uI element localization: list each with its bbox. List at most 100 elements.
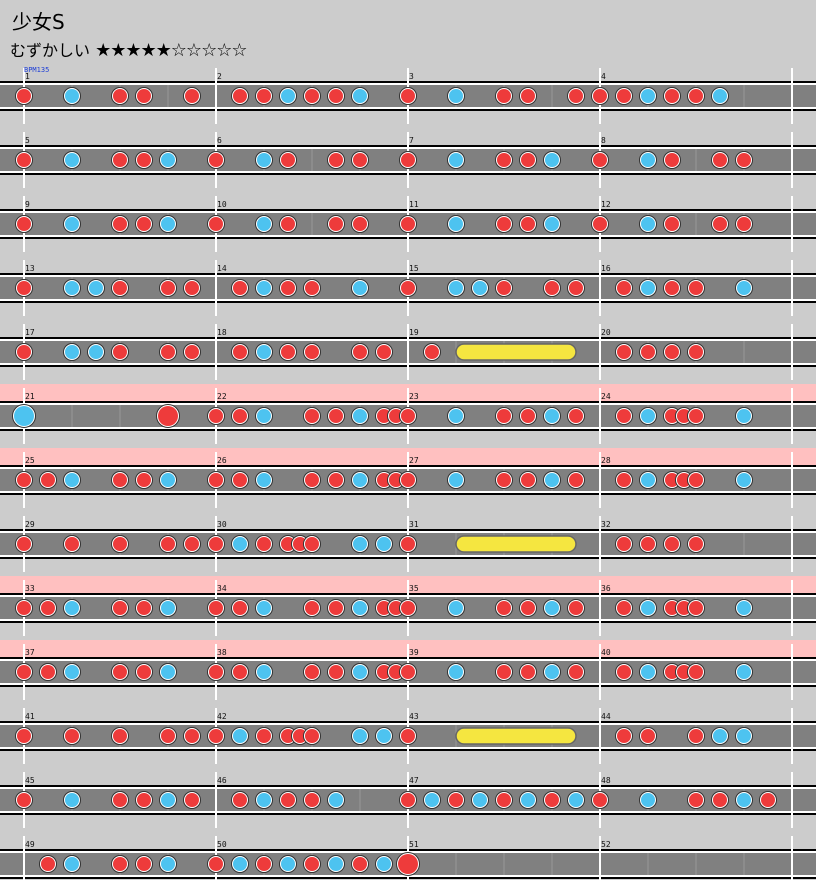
- don-note: [135, 599, 153, 617]
- note-face: [233, 793, 247, 807]
- don-note: [231, 663, 249, 681]
- don-note: [183, 791, 201, 809]
- note-face: [233, 665, 247, 679]
- don-note: [279, 791, 297, 809]
- measure-number: 33: [25, 584, 35, 593]
- don-note: [255, 535, 273, 553]
- don-note: [231, 343, 249, 361]
- ka-note: [639, 663, 657, 681]
- don-note: [663, 215, 681, 233]
- don-note: [135, 663, 153, 681]
- don-note: [15, 663, 33, 681]
- note-face: [737, 473, 751, 487]
- measure-number: 2: [217, 72, 222, 81]
- don-note: [615, 343, 633, 361]
- don-note: [327, 151, 345, 169]
- note-face: [137, 601, 151, 615]
- don-note: [567, 599, 585, 617]
- measure-number: 40: [601, 648, 611, 657]
- note-face: [113, 665, 127, 679]
- note-face: [569, 281, 583, 295]
- note-face: [161, 473, 175, 487]
- note-face: [65, 601, 79, 615]
- don-note: [39, 599, 57, 617]
- note-face: [233, 857, 247, 871]
- measure-number: 23: [409, 392, 419, 401]
- note-face: [113, 473, 127, 487]
- note-face: [737, 409, 751, 423]
- note-face: [617, 281, 631, 295]
- note-face: [401, 281, 415, 295]
- note-face: [353, 857, 367, 871]
- measure-number: 43: [409, 712, 419, 721]
- ka-note: [255, 279, 273, 297]
- note-face: [737, 281, 751, 295]
- ka-note: [639, 599, 657, 617]
- measure-number: 26: [217, 456, 227, 465]
- measure-number: 29: [25, 520, 35, 529]
- note-face: [257, 345, 271, 359]
- measure-number: 27: [409, 456, 419, 465]
- note-face: [641, 537, 655, 551]
- don-note: [279, 151, 297, 169]
- note-face: [353, 217, 367, 231]
- don-note: [231, 87, 249, 105]
- note-face: [521, 665, 535, 679]
- note-face: [257, 857, 271, 871]
- ka-note: [327, 855, 345, 873]
- don-note: [135, 791, 153, 809]
- note-face: [281, 89, 295, 103]
- note-face: [17, 601, 31, 615]
- don-note: [351, 343, 369, 361]
- don-note: [687, 535, 705, 553]
- don-note: [15, 87, 33, 105]
- don-note: [351, 215, 369, 233]
- ka-note: [351, 279, 369, 297]
- don-note: [495, 215, 513, 233]
- don-note: [615, 599, 633, 617]
- big-don-note: [156, 404, 180, 428]
- don-note: [615, 407, 633, 425]
- measure-number: 3: [409, 72, 414, 81]
- note-face: [713, 89, 727, 103]
- don-note: [591, 215, 609, 233]
- note-face: [689, 537, 703, 551]
- ka-note: [255, 407, 273, 425]
- note-face: [209, 665, 223, 679]
- don-note: [111, 343, 129, 361]
- don-note: [207, 151, 225, 169]
- note-face: [305, 89, 319, 103]
- don-note: [207, 407, 225, 425]
- note-face: [521, 473, 535, 487]
- note-face: [545, 281, 559, 295]
- ka-note: [159, 855, 177, 873]
- note-face: [617, 473, 631, 487]
- don-note: [303, 599, 321, 617]
- ka-note: [63, 663, 81, 681]
- ka-note: [63, 855, 81, 873]
- don-note: [255, 855, 273, 873]
- note-face: [305, 601, 319, 615]
- note-face: [65, 345, 79, 359]
- don-note: [615, 663, 633, 681]
- measure-number: 24: [601, 392, 611, 401]
- chart-row: 9 10 11 12: [0, 196, 816, 252]
- note-face: [65, 537, 79, 551]
- ka-note: [639, 151, 657, 169]
- note-face: [65, 729, 79, 743]
- measure-number: 14: [217, 264, 227, 273]
- bpm-label: BPM135: [24, 66, 49, 74]
- don-note: [111, 471, 129, 489]
- note-face: [113, 281, 127, 295]
- ka-note: [63, 599, 81, 617]
- note-face: [353, 665, 367, 679]
- don-note: [687, 87, 705, 105]
- ka-note: [63, 279, 81, 297]
- measure-number: 41: [25, 712, 35, 721]
- note-face: [113, 89, 127, 103]
- don-note: [399, 663, 417, 681]
- don-note: [663, 279, 681, 297]
- measure-number: 9: [25, 200, 30, 209]
- note-face: [377, 729, 391, 743]
- note-face: [329, 601, 343, 615]
